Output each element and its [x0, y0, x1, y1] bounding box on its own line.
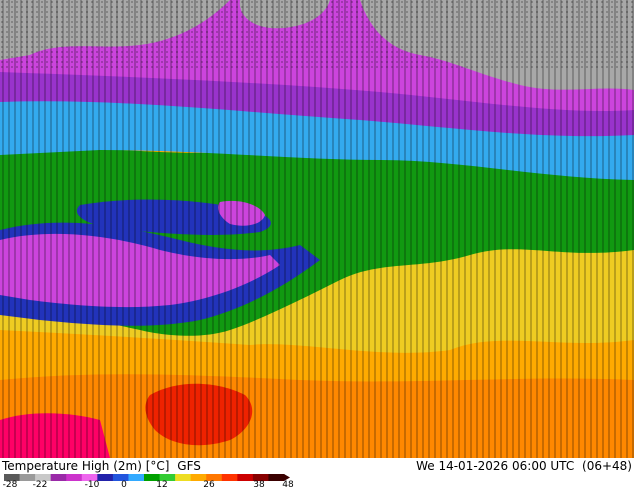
scale-tick-label: -10	[84, 480, 100, 490]
lead-time-label: (06+48)	[582, 459, 632, 473]
scale-tick-label: 12	[156, 480, 168, 490]
valid-time-label: We 14-01-2026 06:00 UTC	[416, 459, 575, 473]
run-info: We 14-01-2026 06:00 UTC (06+48)	[412, 459, 632, 473]
map-canvas	[0, 0, 634, 458]
scale-swatch	[50, 474, 67, 481]
scale-tick-label: 26	[203, 480, 215, 490]
scale-tick-label: 38	[253, 480, 265, 490]
parameter-label: Temperature High (2m) [°C]	[2, 459, 170, 473]
scale-swatch	[237, 474, 254, 481]
scale-tick-label: 0	[121, 480, 127, 490]
gray-dots	[0, 0, 634, 70]
scale-swatch	[221, 474, 238, 481]
scale-swatch	[175, 474, 192, 481]
scale-swatch	[97, 474, 114, 481]
scale-tick-label: -28	[2, 480, 18, 490]
scale-swatch	[128, 474, 145, 481]
footer-bar: Temperature High (2m) [°C] GFS We 14-01-…	[0, 458, 634, 490]
temperature-map	[0, 0, 634, 458]
scale-tick-label: 48	[282, 480, 294, 490]
model-label: GFS	[177, 459, 201, 473]
scale-swatch	[66, 474, 83, 481]
map-title: Temperature High (2m) [°C] GFS	[2, 459, 205, 473]
scale-tick-label: -22	[32, 480, 48, 490]
